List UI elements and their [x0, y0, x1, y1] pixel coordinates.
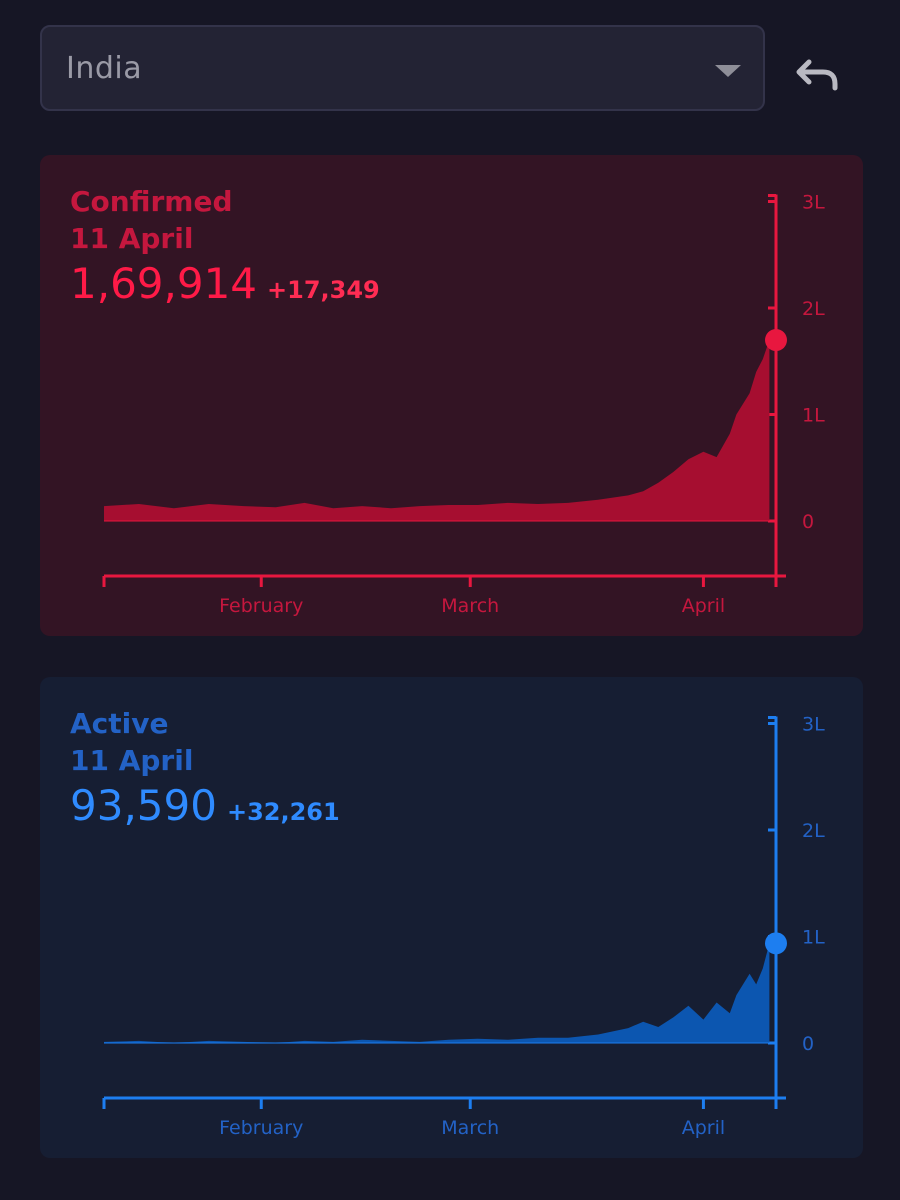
- x-tick-label: March: [441, 595, 499, 617]
- area-series: [104, 943, 770, 1043]
- y-tick-label: 2L: [802, 298, 825, 320]
- y-tick-label: 3L: [802, 714, 825, 736]
- y-tick-label: 0: [802, 1033, 814, 1055]
- highlight-point[interactable]: [765, 932, 787, 955]
- x-tick-label: February: [219, 1117, 303, 1139]
- x-tick-label: March: [441, 1117, 499, 1139]
- x-tick-label: February: [219, 595, 303, 617]
- reply-arrow-icon[interactable]: [795, 48, 845, 98]
- area-series: [104, 340, 770, 521]
- confirmed-chart[interactable]: 0 1L 2L 3L February March April: [40, 155, 863, 636]
- country-select-value: India: [66, 51, 143, 86]
- y-tick-label: 2L: [802, 820, 825, 842]
- y-tick-label: 3L: [802, 192, 825, 214]
- y-tick-label: 1L: [802, 405, 825, 427]
- chevron-down-icon: [715, 65, 741, 77]
- active-chart[interactable]: 0 1L 2L 3L February March April: [40, 677, 863, 1158]
- confirmed-card[interactable]: Confirmed 11 April 1,69,914 +17,349 0 1L 2L…: [40, 155, 863, 636]
- highlight-point[interactable]: [765, 329, 787, 352]
- y-tick-label: 0: [802, 511, 814, 533]
- active-card[interactable]: Active 11 April 93,590 +32,261 0 1L 2L 3L Feb…: [40, 677, 863, 1158]
- x-tick-label: April: [682, 1117, 725, 1139]
- country-select[interactable]: India: [40, 25, 765, 111]
- y-tick-label: 1L: [802, 927, 825, 949]
- x-tick-label: April: [682, 595, 725, 617]
